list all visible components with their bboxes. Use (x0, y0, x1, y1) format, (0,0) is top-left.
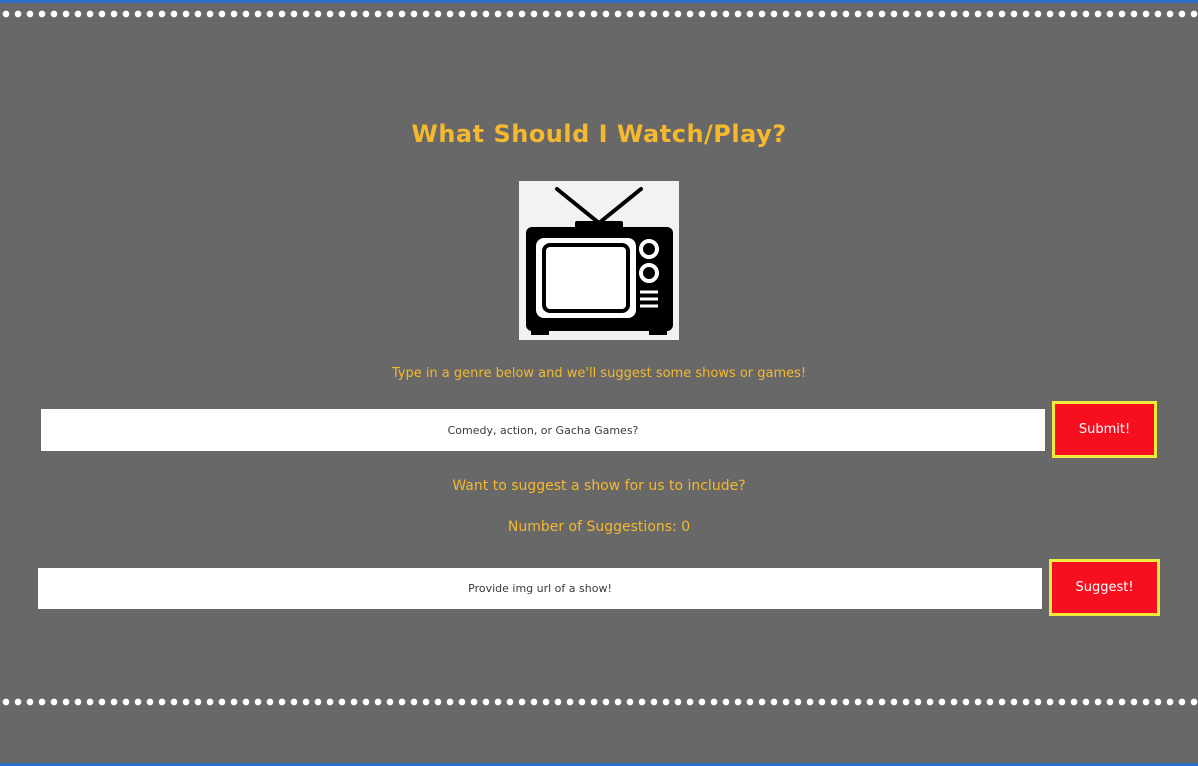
genre-input[interactable] (41, 409, 1045, 451)
top-border (0, 0, 1198, 3)
image-url-input[interactable] (38, 568, 1042, 609)
submit-button[interactable]: Submit! (1052, 401, 1157, 458)
genre-intro-text: Type in a genre below and we'll suggest … (391, 366, 807, 381)
top-dotted-divider (0, 9, 1198, 19)
tv-icon (526, 187, 673, 335)
suggestion-count: Number of Suggestions: 0 (507, 519, 691, 535)
suggest-button[interactable]: Suggest! (1049, 559, 1160, 616)
suggest-heading: Want to suggest a show for us to include… (452, 478, 746, 494)
page-title: What Should I Watch/Play? (411, 120, 787, 148)
bottom-dotted-divider (0, 697, 1198, 707)
tv-image (519, 181, 679, 340)
